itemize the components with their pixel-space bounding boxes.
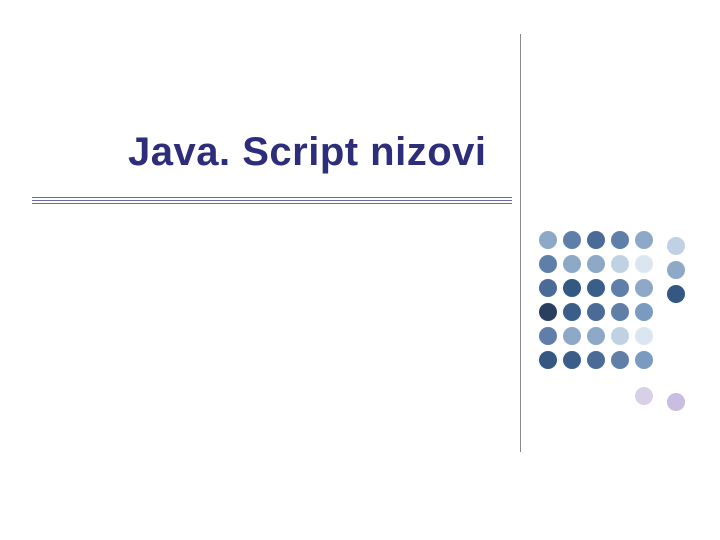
dot-icon: [539, 279, 557, 297]
dot-icon: [587, 231, 605, 249]
dot-icon: [587, 255, 605, 273]
dot-icon: [539, 303, 557, 321]
dot-icon: [539, 327, 557, 345]
dot-icon: [667, 237, 685, 255]
dot-icon: [635, 351, 653, 369]
dot-icon: [635, 303, 653, 321]
dot-icon: [611, 231, 629, 249]
divider-line: [32, 197, 512, 198]
dot-icon: [635, 279, 653, 297]
dot-icon: [635, 387, 653, 405]
dot-icon: [563, 255, 581, 273]
dot-grid-icon: [536, 228, 716, 428]
dot-icon: [667, 393, 685, 411]
dot-icon: [611, 279, 629, 297]
dot-icon: [611, 303, 629, 321]
divider-line: [32, 200, 512, 201]
divider-line: [32, 203, 512, 204]
slide: Java. Script nizovi: [0, 0, 720, 540]
dot-icon: [667, 285, 685, 303]
dot-icon: [635, 255, 653, 273]
dot-icon: [539, 351, 557, 369]
dot-icon: [563, 231, 581, 249]
slide-title: Java. Script nizovi: [128, 130, 487, 175]
dot-icon: [563, 303, 581, 321]
dot-icon: [587, 303, 605, 321]
dot-icon: [563, 279, 581, 297]
dot-icon: [587, 351, 605, 369]
dot-icon: [635, 231, 653, 249]
dot-icon: [611, 255, 629, 273]
dot-icon: [587, 327, 605, 345]
dot-icon: [611, 351, 629, 369]
dot-icon: [667, 261, 685, 279]
dot-icon: [611, 327, 629, 345]
dot-icon: [563, 327, 581, 345]
dot-icon: [587, 279, 605, 297]
vertical-divider: [520, 34, 521, 452]
dot-icon: [539, 255, 557, 273]
dot-icon: [539, 231, 557, 249]
dot-icon: [635, 327, 653, 345]
dot-grid-decor: [536, 228, 716, 428]
dot-icon: [563, 351, 581, 369]
horizontal-divider-triple: [32, 197, 512, 205]
